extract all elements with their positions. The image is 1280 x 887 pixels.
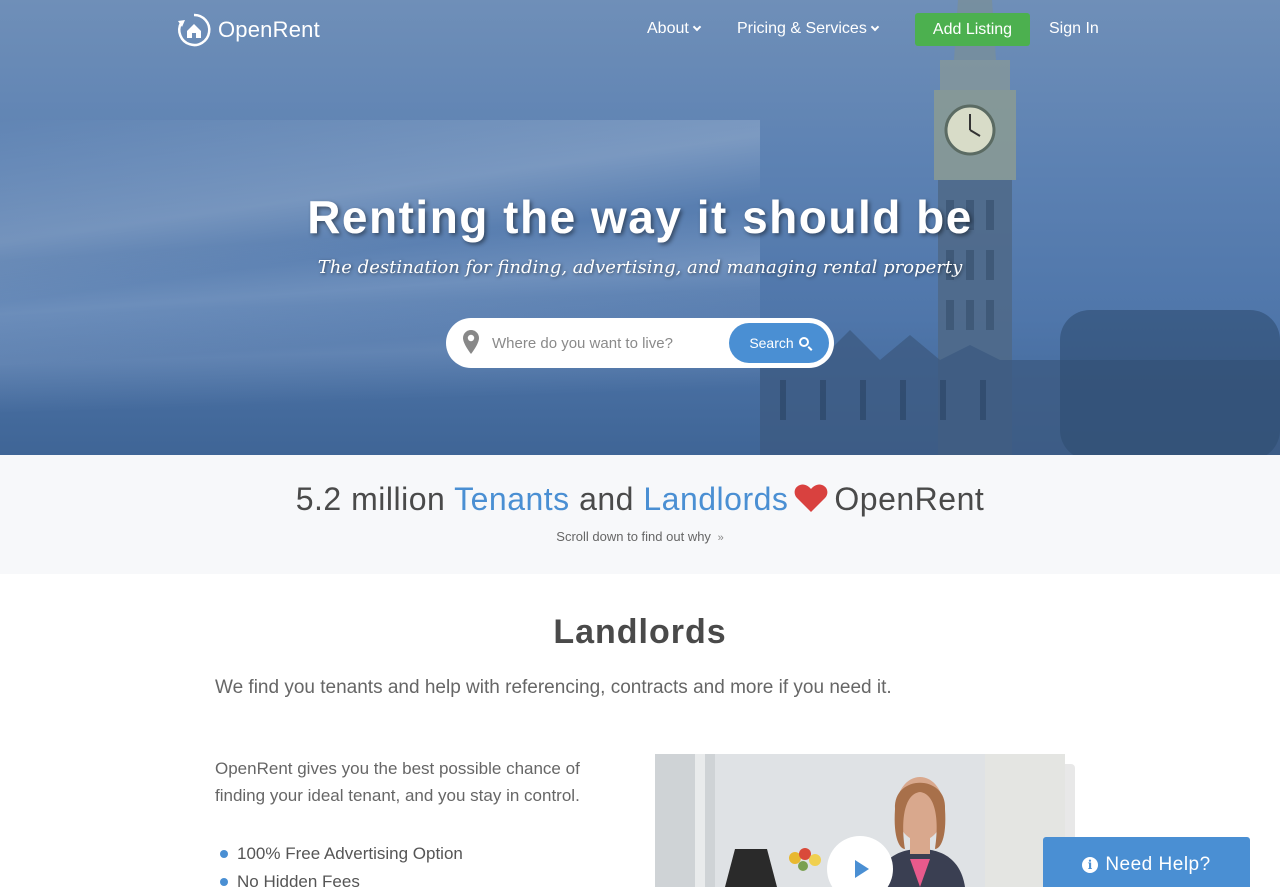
hero-banner: OpenRent About Pricing & Services Add Li… [0, 0, 1280, 455]
search-icon [798, 337, 809, 347]
location-search-input[interactable] [492, 328, 722, 358]
nav-about-label: About [647, 20, 689, 37]
stats-count: 5.2 million [295, 481, 446, 517]
need-help-label: Need Help? [1105, 853, 1211, 875]
list-item: No Hidden Fees [220, 868, 463, 887]
search-button[interactable]: Search [729, 323, 829, 363]
double-chevron-down-icon: » [717, 532, 724, 544]
stats-headline: 5.2 million Tenants and Landlords OpenRe… [0, 481, 1280, 518]
pin-icon [463, 330, 479, 354]
scroll-hint-label: Scroll down to find out why [556, 529, 711, 544]
hero-subtitle: The destination for finding, advertising… [317, 257, 963, 278]
bullet-dot-icon [220, 850, 228, 858]
top-navigation: OpenRent About Pricing & Services Add Li… [0, 0, 1280, 60]
search-button-label: Search [749, 335, 794, 351]
hero-title: Renting the way it should be [307, 191, 973, 243]
info-icon: i [1082, 856, 1099, 873]
location-search-box: Search [446, 318, 834, 368]
tenants-link[interactable]: Tenants [454, 481, 570, 517]
stats-band: 5.2 million Tenants and Landlords OpenRe… [0, 455, 1280, 574]
need-help-button[interactable]: i Need Help? [1043, 837, 1250, 887]
scroll-hint[interactable]: Scroll down to find out why » [0, 529, 1280, 544]
list-item: 100% Free Advertising Option [220, 840, 463, 868]
nav-pricing-label: Pricing & Services [737, 20, 867, 37]
landlords-heading: Landlords [553, 613, 727, 651]
logo-house-icon [178, 13, 211, 47]
chevron-down-icon [692, 22, 702, 32]
nav-about[interactable]: About [647, 20, 702, 38]
landlords-lead: We find you tenants and help with refere… [215, 677, 892, 698]
landlords-benefits-list: 100% Free Advertising Option No Hidden F… [220, 840, 463, 887]
sign-in-link[interactable]: Sign In [1049, 20, 1099, 38]
add-listing-button[interactable]: Add Listing [915, 13, 1030, 46]
nav-pricing-services[interactable]: Pricing & Services [737, 20, 880, 38]
benefit-label: No Hidden Fees [237, 872, 360, 887]
parliament-building-image [760, 310, 1280, 455]
heart-icon [794, 484, 828, 512]
landlords-body: OpenRent gives you the best possible cha… [215, 759, 580, 805]
bullet-dot-icon [220, 878, 228, 886]
landlord-video[interactable] [655, 754, 1065, 887]
play-icon [855, 860, 869, 878]
logo-text: OpenRent [218, 17, 320, 42]
chevron-down-icon [870, 22, 880, 32]
stats-and: and [579, 481, 634, 517]
benefit-label: 100% Free Advertising Option [237, 844, 463, 863]
openrent-logo[interactable]: OpenRent [176, 12, 320, 48]
stats-brand: OpenRent [834, 481, 985, 517]
landlords-link[interactable]: Landlords [643, 481, 788, 517]
